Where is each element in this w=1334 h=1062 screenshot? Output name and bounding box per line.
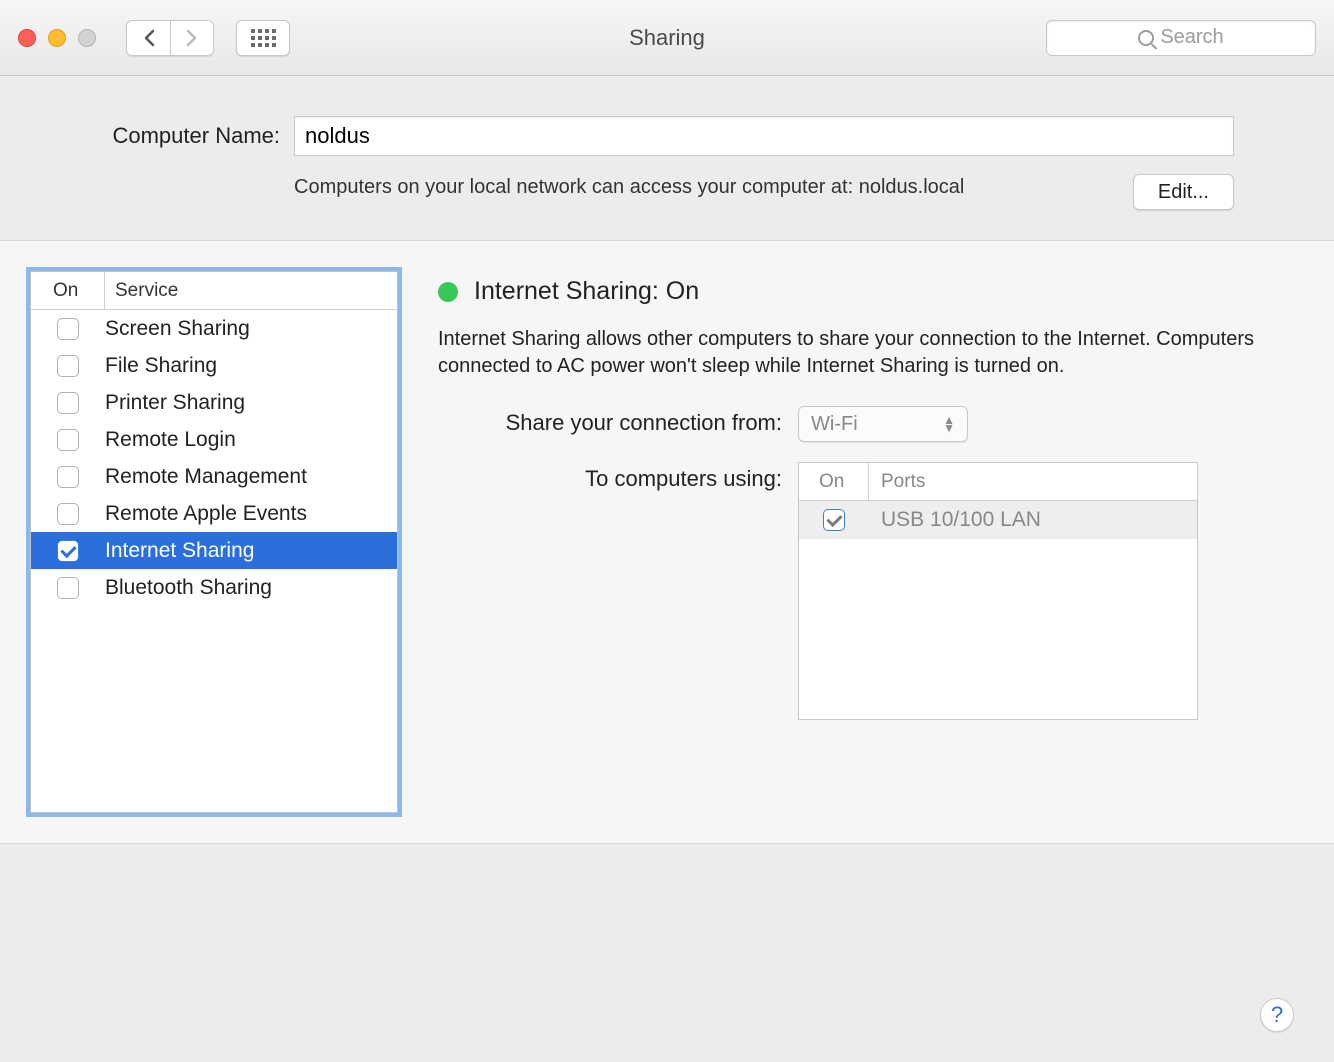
service-table[interactable]: On Service Screen Sharing File Sharing Pri… [30, 271, 398, 813]
service-row[interactable]: File Sharing [31, 347, 397, 384]
service-label: Remote Management [105, 465, 307, 489]
minimize-window-button[interactable] [48, 29, 66, 47]
service-row[interactable]: Internet Sharing [31, 532, 397, 569]
to-computers-label: To computers using: [438, 462, 798, 492]
computer-name-section: Computer Name: Computers on your local n… [0, 76, 1334, 240]
status-row: Internet Sharing: On [438, 277, 1304, 306]
forward-button[interactable] [170, 20, 214, 56]
window-title: Sharing [629, 25, 705, 51]
service-checkbox[interactable] [57, 318, 79, 340]
port-row[interactable]: USB 10/100 LAN [799, 501, 1197, 539]
service-row[interactable]: Remote Apple Events [31, 495, 397, 532]
share-from-select[interactable]: Wi-Fi ▲▼ [798, 406, 968, 442]
service-label: Screen Sharing [105, 317, 250, 341]
back-button[interactable] [126, 20, 170, 56]
computer-name-label: Computer Name: [40, 123, 294, 149]
service-description: Internet Sharing allows other computers … [438, 326, 1304, 380]
service-label: File Sharing [105, 354, 217, 378]
ports-table: On Ports USB 10/100 LAN [798, 462, 1198, 720]
service-checkbox[interactable] [57, 540, 79, 562]
ports-table-header: On Ports [799, 463, 1197, 501]
search-placeholder: Search [1160, 26, 1223, 49]
service-checkbox[interactable] [57, 503, 79, 525]
service-label: Remote Apple Events [105, 502, 307, 526]
edit-button[interactable]: Edit... [1133, 174, 1234, 210]
titlebar: Sharing Search [0, 0, 1334, 76]
service-row[interactable]: Screen Sharing [31, 310, 397, 347]
help-button[interactable]: ? [1260, 998, 1294, 1032]
service-header-service: Service [105, 280, 178, 302]
service-row[interactable]: Printer Sharing [31, 384, 397, 421]
chevron-updown-icon: ▲▼ [943, 416, 955, 433]
service-checkbox[interactable] [57, 577, 79, 599]
service-row[interactable]: Remote Management [31, 458, 397, 495]
service-checkbox[interactable] [57, 429, 79, 451]
service-table-header: On Service [31, 272, 397, 310]
service-label: Internet Sharing [105, 539, 254, 563]
search-icon [1138, 30, 1154, 46]
port-checkbox[interactable] [823, 509, 845, 531]
service-row[interactable]: Bluetooth Sharing [31, 569, 397, 606]
service-checkbox[interactable] [57, 355, 79, 377]
ports-header-ports: Ports [869, 471, 925, 493]
grid-icon [251, 29, 276, 47]
service-checkbox[interactable] [57, 392, 79, 414]
service-checkbox[interactable] [57, 466, 79, 488]
service-row[interactable]: Remote Login [31, 421, 397, 458]
ports-table-empty [799, 539, 1197, 719]
service-label: Remote Login [105, 428, 236, 452]
traffic-lights [18, 29, 96, 47]
main-panel: On Service Screen Sharing File Sharing Pri… [0, 240, 1334, 844]
service-label: Bluetooth Sharing [105, 576, 272, 600]
search-input[interactable]: Search [1046, 20, 1316, 56]
detail-panel: Internet Sharing: On Internet Sharing al… [438, 271, 1304, 813]
port-label: USB 10/100 LAN [869, 508, 1041, 532]
computer-name-hint: Computers on your local network can acce… [294, 174, 974, 201]
status-title: Internet Sharing: On [474, 277, 699, 306]
computer-name-input[interactable] [294, 116, 1234, 156]
show-all-button[interactable] [236, 20, 290, 56]
share-from-label: Share your connection from: [438, 406, 798, 436]
service-header-on: On [31, 272, 105, 309]
status-indicator-icon [438, 282, 458, 302]
nav-buttons [126, 20, 214, 56]
close-window-button[interactable] [18, 29, 36, 47]
zoom-window-button [78, 29, 96, 47]
ports-header-on: On [799, 463, 869, 500]
share-from-value: Wi-Fi [811, 413, 858, 436]
service-label: Printer Sharing [105, 391, 245, 415]
